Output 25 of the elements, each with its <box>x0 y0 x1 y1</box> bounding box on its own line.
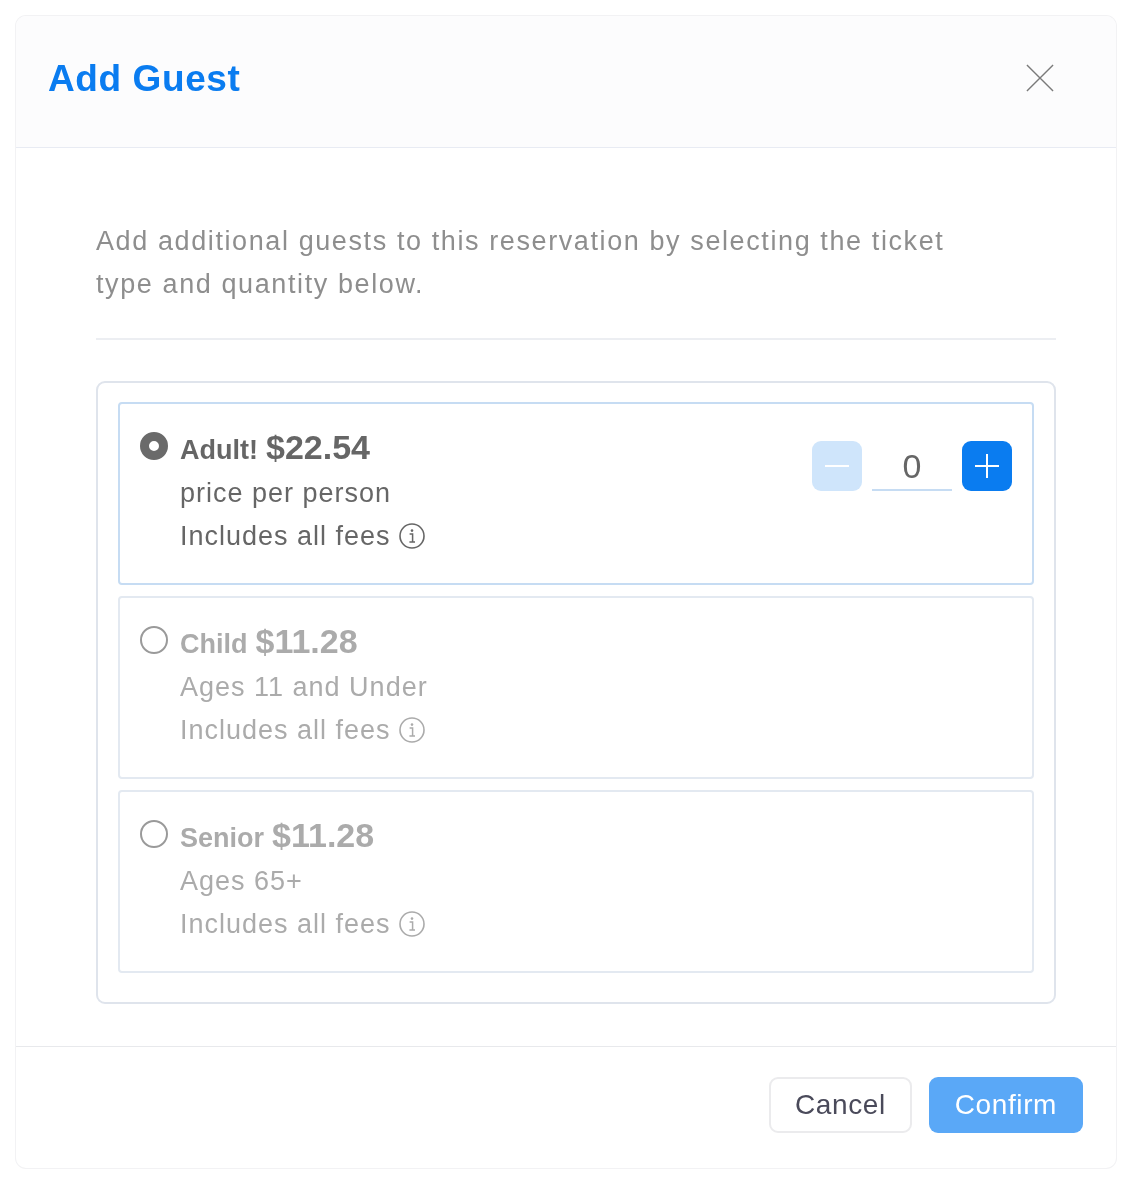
dialog-title: Add Guest <box>48 57 241 100</box>
fees-note: Includes all fees <box>180 713 391 747</box>
ticket-subtitle: price per person <box>180 476 393 510</box>
ticket-subtitle: Ages 11 and Under <box>180 670 428 704</box>
ticket-subtitle: Ages 65+ <box>180 864 304 898</box>
ticket-name: Senior <box>180 822 265 854</box>
radio-button[interactable] <box>140 819 168 848</box>
ticket-price: $11.28 <box>272 815 375 855</box>
minus-icon <box>825 464 849 467</box>
increase-button[interactable] <box>962 440 1012 491</box>
ticket-price: $22.54 <box>265 427 370 467</box>
ticket-option-card[interactable]: Adult! $22.54 price per person Includes all fees 0 <box>118 401 1034 585</box>
info-icon[interactable] <box>398 523 425 549</box>
plus-icon <box>975 453 999 478</box>
radio-button[interactable] <box>140 431 168 460</box>
quantity-field[interactable]: 0 <box>872 440 952 491</box>
radio-button[interactable] <box>140 625 168 654</box>
fees-note: Includes all fees <box>180 519 391 553</box>
fees-note: Includes all fees <box>180 907 391 941</box>
ticket-price: $11.28 <box>255 621 358 661</box>
description-text: Add additional guests to this reservation by selecting the ticket type and quantity below. <box>96 225 946 301</box>
close-icon[interactable] <box>1026 63 1054 92</box>
cancel-button[interactable]: Cancel <box>769 1076 912 1133</box>
ticket-name: Child <box>180 628 248 660</box>
ticket-name: Adult! <box>180 434 258 466</box>
